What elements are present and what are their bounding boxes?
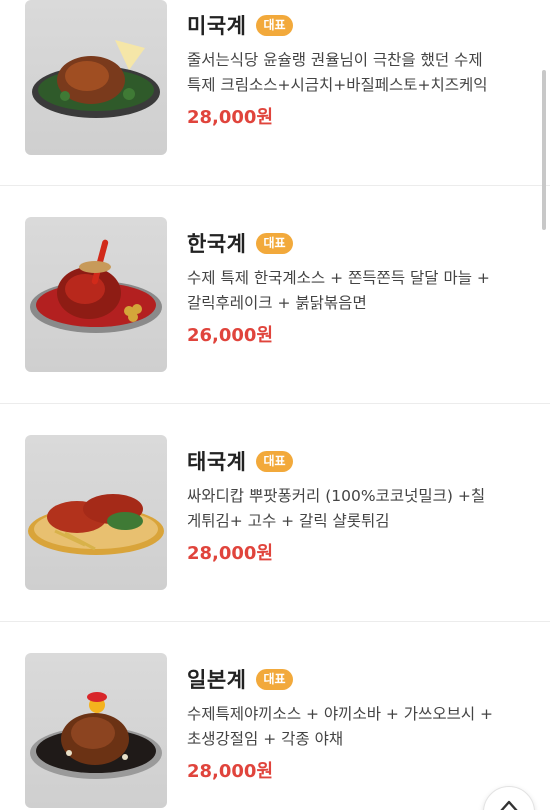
menu-item-japanese[interactable]: 일본계 대표 수제특제야끼소스 + 야끼소바 + 가쓰오브시 + 초생강절임 +… xyxy=(0,622,550,810)
menu-photo-korean xyxy=(25,217,167,372)
menu-description: 수제 특제 한국계소스 + 쫀득쫀득 달달 마늘 + 갈릭후레이크 + 붉닭볶음… xyxy=(187,269,490,312)
menu-name: 미국계 xyxy=(187,14,247,38)
arrow-up-icon xyxy=(499,798,519,810)
menu-description: 줄서는식당 윤슐랭 권율님이 극찬을 했던 수제 특제 크림소스+시금치+바질페… xyxy=(187,51,488,94)
scrollbar[interactable] xyxy=(542,70,546,230)
signature-badge: 대표 xyxy=(256,14,293,36)
menu-price: 26,000원 xyxy=(187,325,274,346)
signature-badge: 대표 xyxy=(256,232,293,254)
menu-name: 한국계 xyxy=(187,232,247,256)
menu-price: 28,000원 xyxy=(187,543,274,564)
menu-item-korean[interactable]: 한국계 대표 수제 특제 한국계소스 + 쫀득쫀득 달달 마늘 + 갈릭후레이크… xyxy=(0,186,550,404)
menu-photo-american xyxy=(25,0,167,155)
menu-description: 싸와디캅 뿌팟퐁커리 (100%코코넛밀크) +칠 게튀김+ 고수 + 갈릭 샬… xyxy=(187,487,486,530)
signature-badge: 대표 xyxy=(256,668,293,690)
menu-name: 태국계 xyxy=(187,450,247,474)
menu-photo-japanese xyxy=(25,653,167,808)
signature-badge: 대표 xyxy=(256,450,293,472)
menu-photo-thai xyxy=(25,435,167,590)
menu-item-thai[interactable]: 태국계 대표 싸와디캅 뿌팟퐁커리 (100%코코넛밀크) +칠 게튀김+ 고수… xyxy=(0,404,550,622)
menu-name: 일본계 xyxy=(187,668,247,692)
menu-price: 28,000원 xyxy=(187,107,274,128)
menu-price: 28,000원 xyxy=(187,761,274,782)
menu-description: 수제특제야끼소스 + 야끼소바 + 가쓰오브시 + 초생강절임 + 각종 야채 xyxy=(187,705,494,748)
menu-item-american[interactable]: 미국계 대표 줄서는식당 윤슐랭 권율님이 극찬을 했던 수제 특제 크림소스+… xyxy=(0,0,550,186)
menu-list: 미국계 대표 줄서는식당 윤슐랭 권율님이 극찬을 했던 수제 특제 크림소스+… xyxy=(0,0,550,810)
